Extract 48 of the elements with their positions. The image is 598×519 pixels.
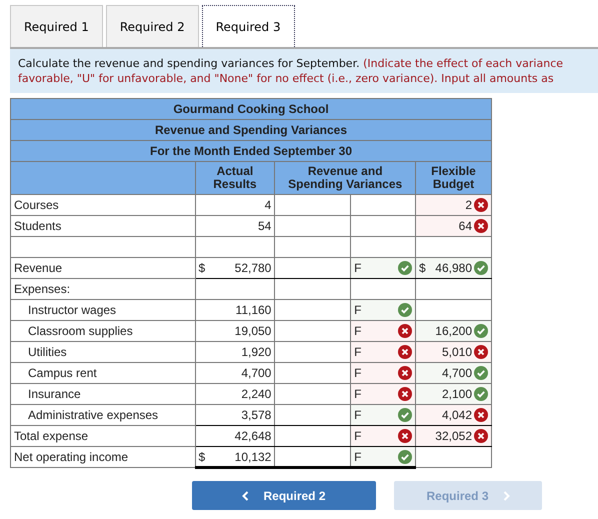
row-label: Students xyxy=(14,218,62,235)
row-label: Total expense xyxy=(14,428,88,445)
table-cell-text: 2,240 xyxy=(241,386,272,403)
effect-value[interactable]: F xyxy=(354,427,362,445)
currency-sign: $ xyxy=(198,260,206,277)
row-label: Administrative expenses xyxy=(27,407,158,424)
currency-sign: $ xyxy=(198,448,206,466)
table-title: Gourmand Cooking School xyxy=(10,98,492,120)
effect-value[interactable]: F xyxy=(354,301,362,319)
effect-value[interactable]: F xyxy=(354,322,362,340)
instruction-text: Calculate the revenue and spending variances for September. (Indicate the effect of each variance favorable, "U" for unfavorable, and "None" for no effect (i.e., zero variance). Input all amounts as xyxy=(18,56,564,86)
column-header: Revenue and Spending Variances xyxy=(274,162,416,194)
effect-value[interactable]: F xyxy=(354,259,362,277)
tab[interactable]: Required 2 xyxy=(106,5,199,47)
row-label: Net operating income xyxy=(14,449,128,466)
row-label: Classroom supplies xyxy=(27,323,133,340)
currency-sign: $ xyxy=(419,260,426,277)
table-cell-text: 4 xyxy=(264,197,272,214)
effect-value[interactable]: F xyxy=(354,343,362,361)
chevron-right-icon xyxy=(502,490,510,500)
row-label: Utilities xyxy=(27,344,67,361)
table-cell-text: 10,132 xyxy=(234,448,272,466)
column-header: Actual Results xyxy=(195,162,275,194)
effect-value[interactable]: F xyxy=(354,364,362,382)
row-label: Instructor wages xyxy=(27,302,116,319)
tab[interactable]: Required 3 xyxy=(202,5,295,47)
row-label: Insurance xyxy=(27,386,81,403)
table-cell-text: 42,648 xyxy=(234,428,272,445)
previous-button[interactable]: Required 2 xyxy=(192,481,376,510)
table-cell-text: 19,050 xyxy=(234,323,272,340)
table-cell-text: 3,578 xyxy=(241,407,272,424)
budget-value[interactable]: 46,980 xyxy=(435,259,472,277)
row-label: Courses xyxy=(14,197,59,214)
table-cell-text: 4,700 xyxy=(241,365,272,382)
table-cell-text: 1,920 xyxy=(241,344,272,361)
row-label: Revenue xyxy=(14,260,62,277)
table-cell-text: 52,780 xyxy=(234,260,272,277)
table-cell-text: 11,160 xyxy=(236,302,272,319)
effect-value[interactable]: F xyxy=(354,406,362,424)
row-label: Campus rent xyxy=(27,365,97,382)
effect-value[interactable]: F xyxy=(354,385,362,403)
chevron-left-icon xyxy=(242,490,250,500)
row-label: Expenses: xyxy=(14,281,70,298)
tab[interactable]: Required 1 xyxy=(10,5,103,47)
table-cell-text: 54 xyxy=(258,218,272,235)
budget-value[interactable]: 2 xyxy=(465,196,472,214)
budget-value[interactable]: 64 xyxy=(458,217,472,235)
effect-value[interactable]: F xyxy=(354,448,362,466)
